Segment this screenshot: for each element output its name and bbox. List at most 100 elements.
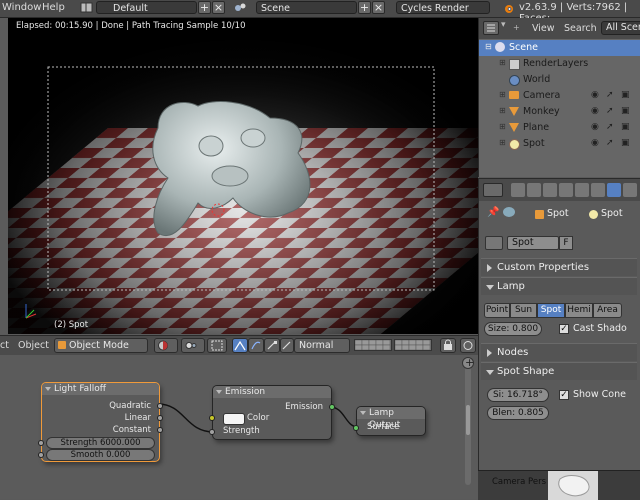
expand-icon[interactable]: ⊞	[499, 106, 506, 115]
strength-input-socket[interactable]	[38, 440, 44, 446]
mode-select[interactable]: Object Mode	[54, 338, 148, 353]
datablock-name-field[interactable]: Spot	[507, 236, 559, 250]
panel-custom-properties[interactable]: Custom Properties	[481, 258, 637, 276]
editor-type-arrow-icon[interactable]: ▾	[501, 20, 506, 30]
strength-socket[interactable]	[209, 429, 215, 435]
camera-preview-region[interactable]: Camera Pers	[478, 470, 640, 500]
rotate-manipulator-icon[interactable]	[248, 338, 264, 353]
select-arrow-icon[interactable]: ➚	[606, 122, 614, 132]
outliner-row-plane[interactable]: ⊞ Plane ◉ ➚ ▣	[479, 120, 640, 136]
modifiers-tab-icon[interactable]	[591, 183, 605, 197]
physics-tab-icon[interactable]	[623, 183, 637, 197]
node-editor[interactable]: Light Falloff Quadratic Linear Constant …	[0, 355, 478, 499]
transform-orientation-select[interactable]: Normal	[294, 338, 350, 353]
render-layer-icon[interactable]	[460, 338, 476, 353]
expand-icon[interactable]: ⊞	[499, 58, 506, 67]
menu-select-cut[interactable]: ct	[0, 340, 9, 351]
outliner-row-world[interactable]: World	[479, 72, 640, 88]
emission-node[interactable]: Emission Emission Color Strength	[209, 385, 335, 440]
light-falloff-node-title[interactable]: Light Falloff	[42, 383, 159, 395]
layout-add-button[interactable]: +	[198, 1, 211, 14]
outliner-row-spot[interactable]: ⊞ Spot ◉ ➚ ▣	[479, 136, 640, 152]
layers-block-1[interactable]	[354, 339, 392, 351]
lamp-output-node[interactable]: Lamp Output Surface	[353, 406, 426, 436]
layout-icon[interactable]	[80, 1, 93, 14]
expand-icon[interactable]: ⊞	[499, 122, 506, 131]
lamp-output-node-title[interactable]: Lamp Output	[357, 407, 425, 430]
select-arrow-icon[interactable]: ➚	[606, 106, 614, 116]
lamp-type-area[interactable]: Area	[593, 303, 622, 318]
lamp-data-tab-icon[interactable]	[607, 183, 621, 197]
lock-camera-icon[interactable]	[440, 338, 456, 353]
add-region-button[interactable]: +	[462, 356, 474, 369]
show-cone-checkbox[interactable]: ✓	[559, 390, 569, 400]
render-engine-select[interactable]: Cycles Render	[396, 1, 490, 14]
size-field[interactable]: Size: 0.800	[484, 322, 542, 336]
menu-view[interactable]: View	[532, 23, 555, 34]
display-mode-select[interactable]: All Scene	[601, 21, 640, 35]
scene-remove-button[interactable]: ×	[372, 1, 385, 14]
render-tab-icon[interactable]	[511, 183, 525, 197]
layers-block-2[interactable]	[394, 339, 432, 351]
cast-shadow-checkbox[interactable]: ✓	[559, 324, 569, 334]
editor-type-icon[interactable]	[483, 183, 503, 197]
lamp-datablock-icon[interactable]	[485, 236, 503, 250]
fake-user-button[interactable]: F	[559, 236, 573, 250]
collapse-menus-icon[interactable]: +	[513, 23, 520, 32]
light-falloff-node[interactable]: Light Falloff Quadratic Linear Constant …	[38, 382, 163, 462]
spot-blend-field[interactable]: Blen: 0.805	[487, 406, 549, 420]
menu-help[interactable]: Help	[42, 2, 65, 13]
quadratic-socket[interactable]	[157, 403, 163, 409]
viewport-toolshelf-edge[interactable]	[0, 18, 8, 334]
object-tab-icon[interactable]	[559, 183, 573, 197]
pin-icon[interactable]: 📌	[487, 207, 499, 218]
editor-type-icon[interactable]	[483, 21, 499, 35]
scene-select[interactable]: Scene	[256, 1, 357, 14]
strength-field[interactable]: Strength 6000.000	[46, 437, 155, 449]
manipulator-space-icon[interactable]	[280, 338, 294, 353]
emission-output-socket[interactable]	[329, 404, 335, 410]
menu-window[interactable]: Window	[2, 2, 41, 13]
smooth-input-socket[interactable]	[38, 452, 44, 458]
menu-object[interactable]: Object	[18, 340, 49, 351]
visibility-eye-icon[interactable]: ◉	[591, 138, 599, 148]
render-camera-icon[interactable]: ▣	[621, 122, 630, 132]
expand-icon[interactable]: ⊞	[499, 138, 506, 147]
surface-input-socket[interactable]	[353, 425, 359, 431]
constant-socket[interactable]	[157, 427, 163, 433]
collapse-icon[interactable]: ⊟	[485, 42, 492, 51]
scene-icon[interactable]	[233, 1, 249, 14]
pivot-point-select[interactable]	[181, 338, 205, 353]
lamp-type-sun[interactable]: Sun	[510, 303, 537, 318]
3d-viewport[interactable]: Elapsed: 00:15.90 | Done | Path Tracing …	[8, 18, 478, 334]
render-camera-icon[interactable]: ▣	[621, 90, 630, 100]
select-arrow-icon[interactable]: ➚	[606, 90, 614, 100]
world-tab-icon[interactable]	[543, 183, 557, 197]
manipulator-toggle[interactable]	[207, 338, 227, 353]
select-arrow-icon[interactable]: ➚	[606, 138, 614, 148]
lamp-type-hemi[interactable]: Hemi	[565, 303, 593, 318]
render-camera-icon[interactable]: ▣	[621, 106, 630, 116]
layout-select[interactable]: Default	[96, 1, 197, 14]
panel-spot-shape[interactable]: Spot Shape	[481, 362, 637, 380]
menu-search[interactable]: Search	[564, 23, 597, 34]
viewport-shading-select[interactable]	[154, 338, 178, 353]
lamp-type-spot[interactable]: Spot	[537, 303, 565, 318]
spot-size-field[interactable]: Si: 16.718°	[487, 388, 549, 402]
outliner-row-camera[interactable]: ⊞ Camera ◉ ➚ ▣	[479, 88, 640, 104]
visibility-eye-icon[interactable]: ◉	[591, 90, 599, 100]
outliner-row-scene[interactable]: ⊟ Scene	[479, 40, 640, 56]
visibility-eye-icon[interactable]: ◉	[591, 106, 599, 116]
outliner-row-monkey[interactable]: ⊞ Monkey ◉ ➚ ▣	[479, 104, 640, 120]
lamp-type-point[interactable]: Point	[484, 303, 510, 318]
scale-manipulator-icon[interactable]	[264, 338, 280, 353]
color-swatch[interactable]	[223, 413, 245, 425]
panel-lamp[interactable]: Lamp	[481, 277, 637, 295]
outliner-row-renderlayers[interactable]: ⊞ RenderLayers	[479, 56, 640, 72]
emission-node-title[interactable]: Emission	[213, 386, 331, 398]
color-input-socket[interactable]	[209, 415, 215, 421]
visibility-eye-icon[interactable]: ◉	[591, 122, 599, 132]
scrollbar-thumb[interactable]	[466, 405, 470, 435]
scene-tab-icon[interactable]	[527, 183, 541, 197]
layout-remove-button[interactable]: ×	[212, 1, 225, 14]
